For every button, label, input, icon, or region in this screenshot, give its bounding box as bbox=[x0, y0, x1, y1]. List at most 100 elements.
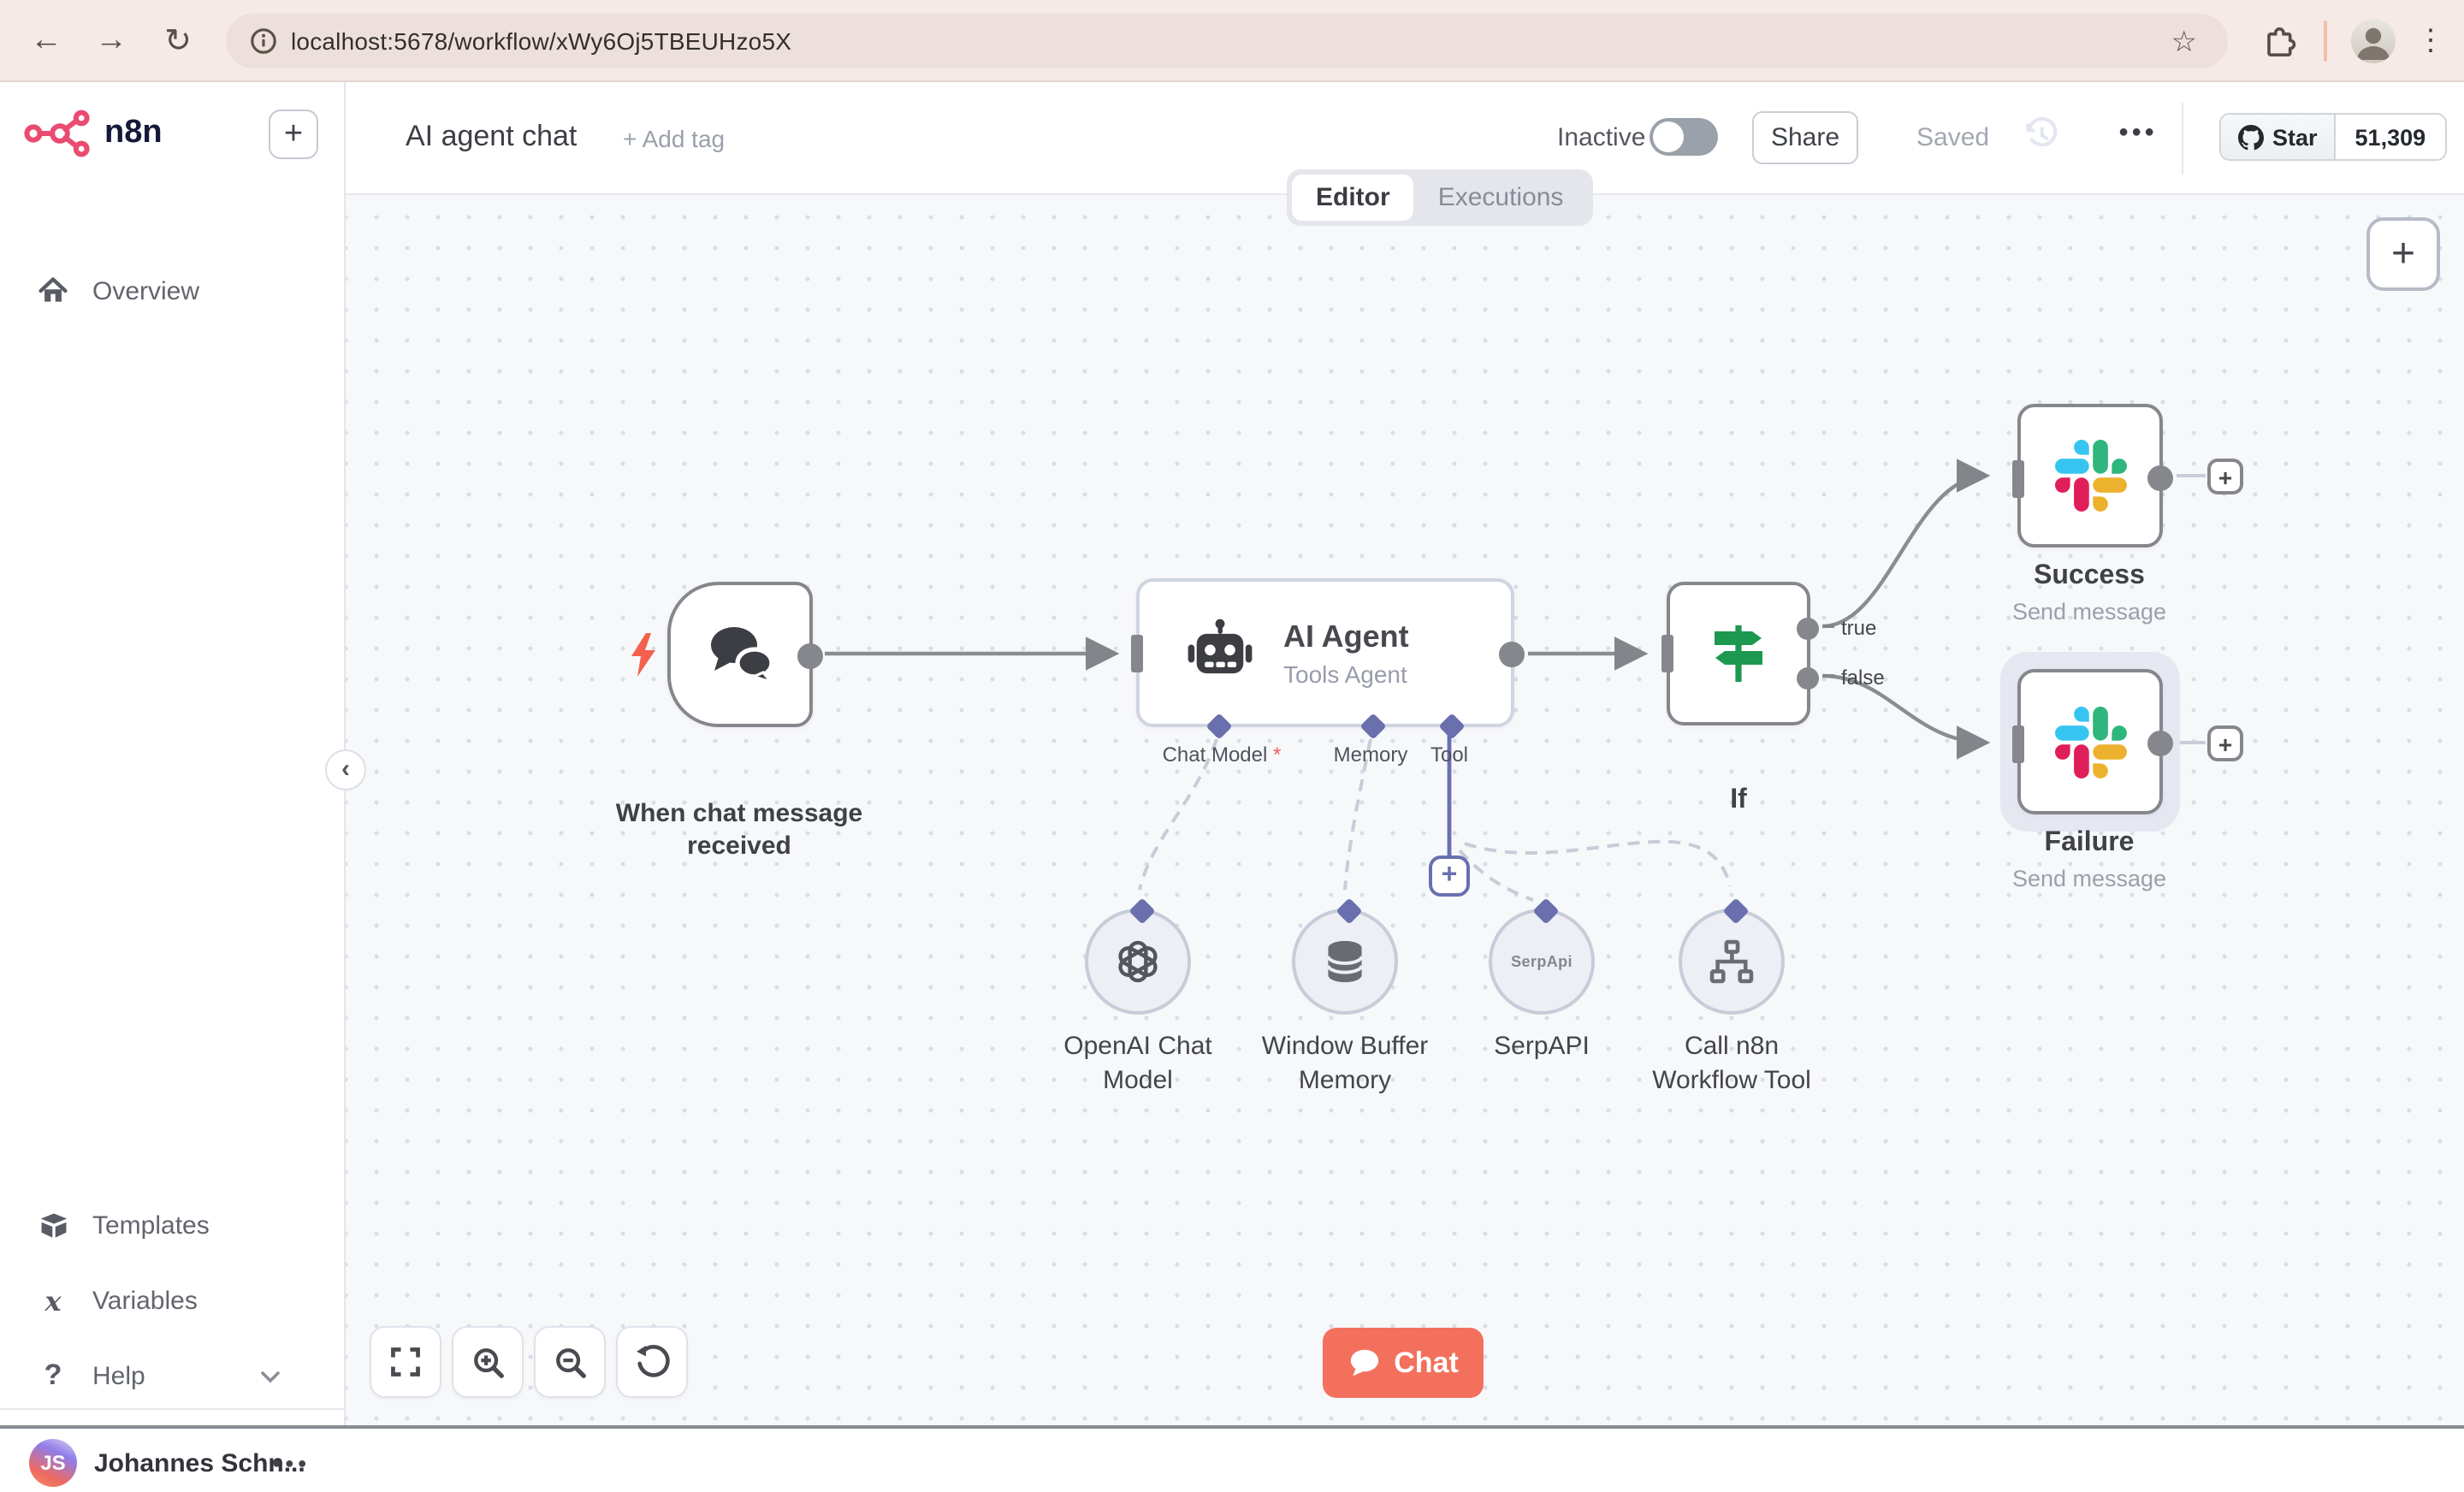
variable-x-icon: x bbox=[44, 1284, 62, 1317]
chat-button[interactable]: Chat bbox=[1323, 1328, 1484, 1398]
address-bar[interactable]: localhost:5678/workflow/xWy6Oj5TBEUHzo5X… bbox=[226, 14, 2228, 68]
tab-executions[interactable]: Executions bbox=[1414, 175, 1588, 221]
sidebar-item-overview[interactable]: Overview bbox=[0, 265, 346, 317]
output-port-false[interactable] bbox=[1797, 667, 1819, 690]
sidebar: n8n + Overview Templates x Variables ? H… bbox=[0, 82, 346, 1487]
tab-editor[interactable]: Editor bbox=[1292, 175, 1414, 221]
bookmark-star-icon[interactable]: ☆ bbox=[2171, 26, 2198, 60]
subnode-serpapi[interactable]: SerpApi bbox=[1489, 897, 1595, 1015]
activate-toggle[interactable] bbox=[1650, 118, 1718, 156]
add-node-button[interactable]: + bbox=[2366, 217, 2440, 291]
node-if[interactable] bbox=[1661, 582, 1819, 725]
output-port-true[interactable] bbox=[1797, 618, 1819, 640]
header-divider bbox=[2182, 103, 2183, 175]
zoom-out-button[interactable] bbox=[534, 1326, 606, 1398]
subnode-label: OpenAI Chat Model bbox=[1063, 1032, 1212, 1094]
port-label-chat-model: Chat Model * bbox=[1136, 743, 1307, 767]
chat-button-label: Chat bbox=[1394, 1346, 1459, 1378]
output-port[interactable] bbox=[797, 643, 823, 669]
n8n-workflow-editor: ← → ↻ localhost:5678/workflow/xWy6Oj5TBE… bbox=[0, 0, 2464, 1487]
url-text: localhost:5678/workflow/xWy6Oj5TBEUHzo5X bbox=[291, 27, 792, 55]
node-ai-agent[interactable]: AI Agent Tools Agent bbox=[1131, 578, 1525, 740]
output-port[interactable] bbox=[1499, 642, 1525, 667]
browser-back-icon[interactable]: ← bbox=[21, 0, 72, 82]
subnode-call-n8n-workflow-tool[interactable] bbox=[1679, 897, 1785, 1015]
zoom-in-icon bbox=[473, 1347, 503, 1377]
extensions-icon[interactable] bbox=[2262, 24, 2296, 67]
add-next-node-button[interactable]: + bbox=[2207, 725, 2243, 761]
sidebar-item-variables[interactable]: x Variables bbox=[0, 1275, 346, 1326]
sidebar-item-label: Help bbox=[92, 1361, 145, 1390]
plus-glyph: + bbox=[283, 115, 304, 151]
zoom-out-icon bbox=[555, 1347, 585, 1377]
robot-icon bbox=[1188, 618, 1253, 673]
subnode-window-buffer-memory[interactable] bbox=[1292, 897, 1398, 1015]
trigger-bolt-icon bbox=[626, 631, 660, 688]
slack-icon bbox=[2054, 706, 2126, 778]
subnode-openai-chat-model[interactable] bbox=[1085, 897, 1191, 1015]
browser-reload-icon[interactable]: ↻ bbox=[152, 0, 204, 82]
node-sublabel: Send message bbox=[2011, 599, 2167, 625]
sidebar-item-label: Overview bbox=[92, 276, 200, 305]
node-title: AI Agent bbox=[1283, 619, 1409, 653]
workflow-title[interactable]: AI agent chat bbox=[406, 120, 577, 154]
input-port[interactable] bbox=[1131, 635, 1143, 672]
sidebar-item-templates[interactable]: Templates bbox=[0, 1199, 346, 1251]
fit-view-button[interactable] bbox=[370, 1326, 441, 1398]
question-mark-icon: ? bbox=[44, 1359, 62, 1391]
input-port[interactable] bbox=[1661, 635, 1673, 672]
port-label-tool: Tool bbox=[1430, 743, 1468, 767]
browser-menu-icon[interactable]: ⋮ bbox=[2416, 0, 2445, 82]
site-info-icon[interactable] bbox=[250, 27, 277, 55]
version-history-icon bbox=[2023, 116, 2060, 163]
input-port[interactable] bbox=[2012, 725, 2024, 763]
workflow-menu-icon[interactable]: ●●● bbox=[2112, 113, 2164, 152]
port-label-text: Chat Model bbox=[1162, 743, 1268, 767]
user-account-row[interactable]: JS Johannes Schn... ●●● bbox=[0, 1434, 346, 1492]
node-success[interactable] bbox=[2012, 404, 2173, 548]
node-sublabel: Send message bbox=[2011, 866, 2167, 891]
fit-view-icon bbox=[391, 1347, 420, 1377]
node-chat-trigger[interactable] bbox=[667, 582, 823, 727]
github-star-widget[interactable]: Star 51,309 bbox=[2219, 113, 2447, 161]
output-port[interactable] bbox=[2147, 465, 2173, 491]
home-icon bbox=[34, 275, 72, 306]
zoom-in-button[interactable] bbox=[452, 1326, 524, 1398]
node-subtitle: Tools Agent bbox=[1283, 660, 1407, 687]
sidebar-item-label: Templates bbox=[92, 1211, 210, 1240]
subnode-label: SerpAPI bbox=[1494, 1032, 1590, 1061]
reset-zoom-button[interactable] bbox=[616, 1326, 688, 1398]
slack-icon bbox=[2054, 440, 2126, 512]
share-button[interactable]: Share bbox=[1752, 111, 1858, 164]
browser-forward-icon[interactable]: → bbox=[86, 0, 137, 82]
subnode-label: Call n8n Workflow Tool bbox=[1652, 1032, 1811, 1094]
signpost-icon bbox=[1715, 625, 1762, 682]
serpapi-logo-text: SerpApi bbox=[1511, 953, 1573, 970]
output-label-true: true bbox=[1841, 616, 1877, 640]
input-port[interactable] bbox=[2012, 460, 2024, 498]
view-tabs: Editor Executions bbox=[1287, 169, 1593, 226]
node-failure[interactable] bbox=[2012, 669, 2173, 814]
add-tool-button[interactable]: + bbox=[1429, 856, 1470, 897]
box-icon bbox=[34, 1211, 72, 1240]
sidebar-collapse-button[interactable]: ‹ bbox=[325, 749, 366, 790]
n8n-logo[interactable]: n8n bbox=[24, 106, 163, 161]
add-tag-button[interactable]: + Add tag bbox=[623, 125, 725, 152]
github-star-label: Star bbox=[2272, 124, 2318, 150]
sidebar-divider bbox=[0, 1408, 346, 1410]
true-tick bbox=[1824, 625, 1834, 628]
sidebar-item-help[interactable]: ? Help bbox=[0, 1350, 346, 1401]
github-star-count[interactable]: 51,309 bbox=[2336, 115, 2445, 159]
subnode-label: Window Buffer Memory bbox=[1261, 1032, 1429, 1094]
github-star-button[interactable]: Star bbox=[2221, 115, 2337, 159]
chevron-down-icon bbox=[260, 1361, 281, 1390]
github-octocat-icon bbox=[2238, 124, 2264, 150]
user-menu-dots-icon[interactable]: ●●● bbox=[272, 1454, 311, 1471]
false-tick bbox=[1824, 674, 1834, 678]
output-label-false: false bbox=[1841, 666, 1885, 690]
new-workflow-button[interactable]: + bbox=[269, 110, 318, 159]
browser-profile-avatar[interactable] bbox=[2351, 19, 2396, 63]
output-port[interactable] bbox=[2147, 731, 2173, 756]
add-next-node-button[interactable]: + bbox=[2207, 459, 2243, 494]
node-label: Success Send message bbox=[1961, 560, 2218, 628]
